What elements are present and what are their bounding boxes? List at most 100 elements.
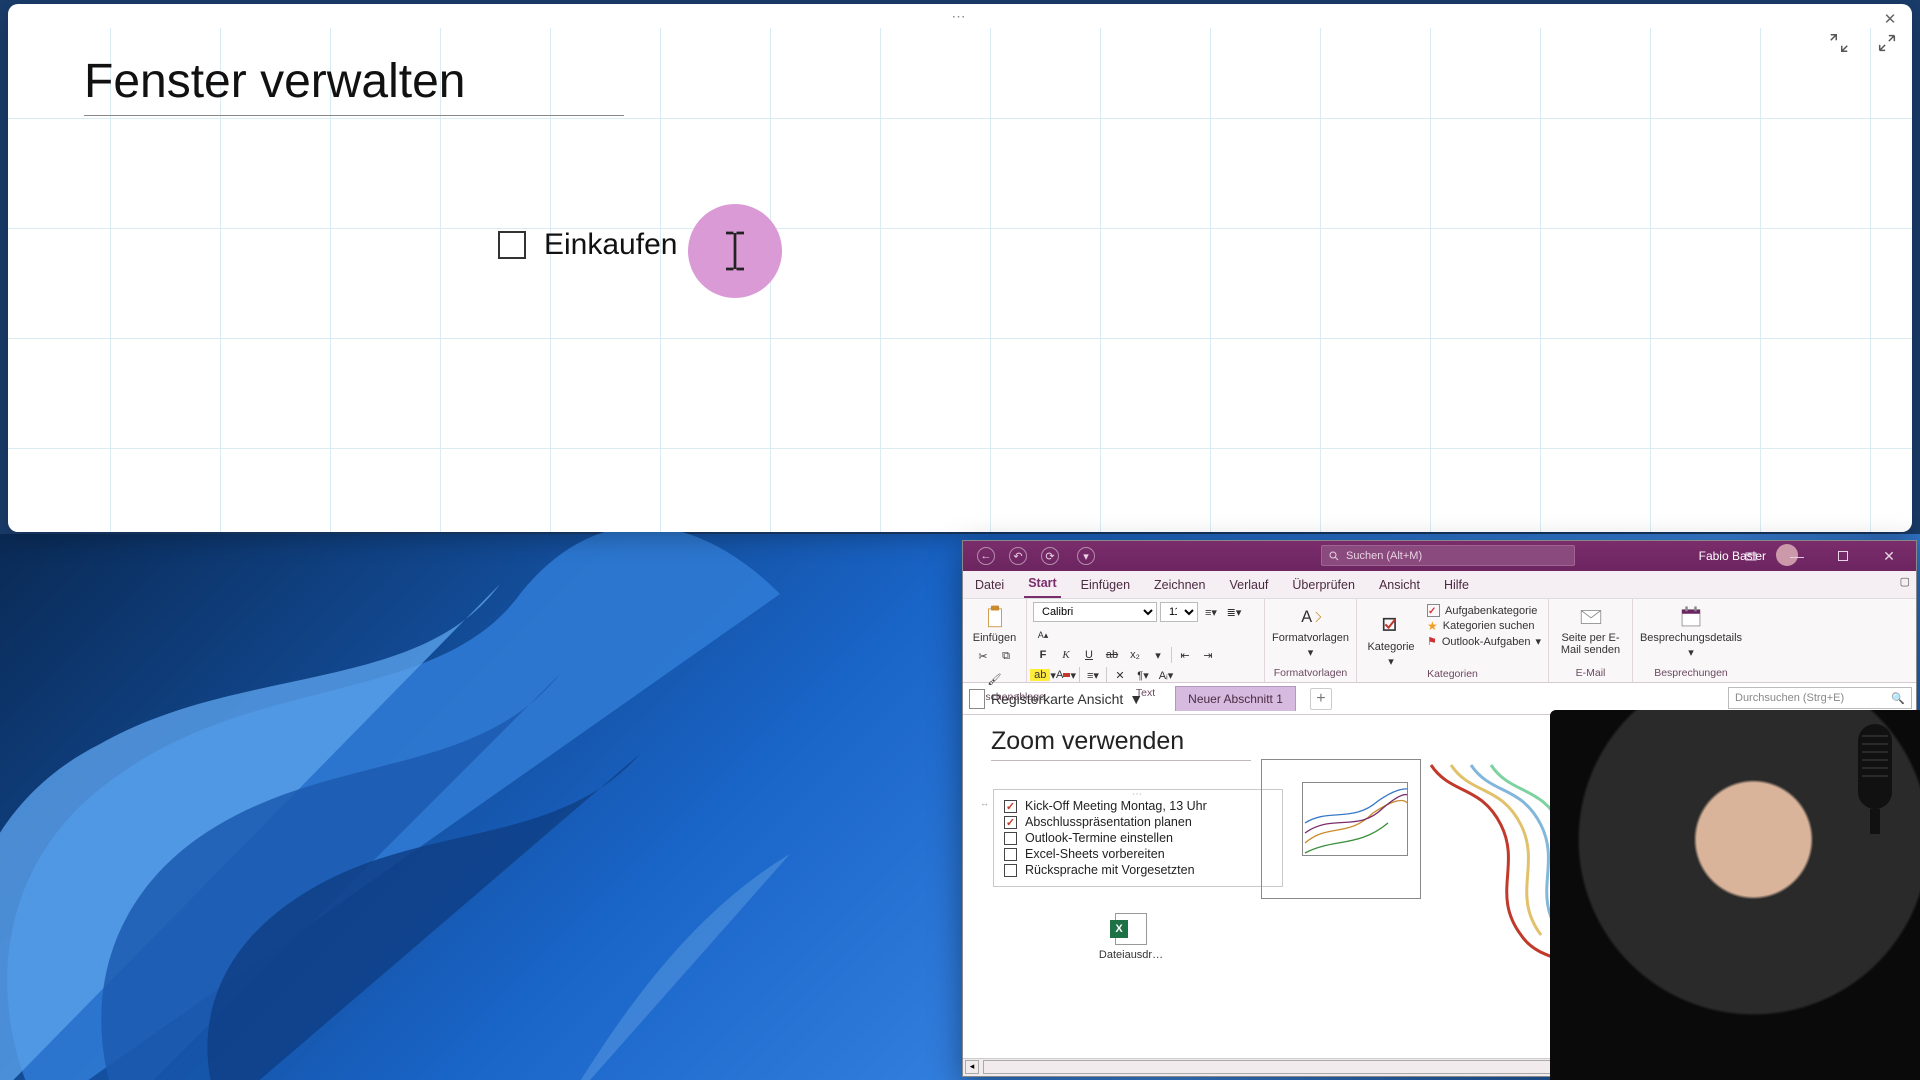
paste-button[interactable]: Einfügen — [969, 602, 1020, 646]
onenote-titlebar[interactable]: ← ↶ ⟳ ▾ Zoom verwenden - OneNote Suchen … — [963, 541, 1916, 571]
ribbon-group-meetings: Besprechungsdetails▾ Besprechungen — [1633, 599, 1749, 682]
tab-hilfe[interactable]: Hilfe — [1440, 572, 1473, 598]
maximize-button[interactable] — [1820, 541, 1866, 571]
italic-button[interactable]: K — [1056, 645, 1076, 665]
webcam-overlay — [1550, 710, 1920, 1080]
group-label-tags: Kategorien — [1357, 668, 1548, 680]
email-page-button[interactable]: Seite per E-Mail senden — [1555, 602, 1626, 658]
tab-ueberpruefen[interactable]: Überprüfen — [1288, 572, 1359, 598]
number-list-button[interactable]: ≣▾ — [1224, 602, 1244, 622]
todo-text: Kick-Off Meeting Montag, 13 Uhr — [1025, 799, 1207, 813]
search-icon — [1328, 550, 1340, 562]
file-attachment[interactable]: Dateiausdr… — [1091, 913, 1171, 961]
notebook-dropdown[interactable]: Registerkarte Ansicht ▼ — [969, 689, 1143, 709]
cut-button[interactable]: ✂ — [973, 646, 993, 666]
nav-back-button[interactable]: ← — [977, 547, 995, 565]
text-cursor-icon — [718, 230, 752, 272]
search-icon: 🔍 — [1891, 692, 1905, 705]
styles-button[interactable]: Aᵢ▾ — [1156, 665, 1176, 685]
close-button[interactable]: ✕ — [1866, 541, 1912, 571]
ribbon-mode-button[interactable] — [1728, 541, 1774, 571]
underline-button[interactable]: U — [1079, 645, 1099, 665]
checkbox-icon[interactable] — [1004, 816, 1017, 829]
tab-ansicht[interactable]: Ansicht — [1375, 572, 1424, 598]
styles-gallery-button[interactable]: A Formatvorlagen▾ — [1271, 602, 1350, 661]
ribbon-group-email: Seite per E-Mail senden E-Mail — [1549, 599, 1633, 682]
todo-item[interactable]: Rücksprache mit Vorgesetzten — [1004, 862, 1272, 878]
zoom-window: ⋯ ✕ Fenster verwalten Einkaufen — [8, 4, 1912, 532]
cursor-highlight — [688, 204, 782, 298]
indent-button[interactable]: ⇥ — [1198, 645, 1218, 665]
bold-button[interactable]: F — [1033, 645, 1053, 665]
zoom-todo-label[interactable]: Einkaufen — [544, 228, 677, 262]
page-title[interactable]: Zoom verwenden — [991, 727, 1251, 761]
checkbox-icon[interactable] — [1004, 848, 1017, 861]
todo-text: Excel-Sheets vorbereiten — [1025, 847, 1165, 861]
undo-button[interactable]: ↶ — [1009, 547, 1027, 565]
tab-verlauf[interactable]: Verlauf — [1225, 572, 1272, 598]
tab-datei[interactable]: Datei — [971, 572, 1008, 598]
scroll-left-button[interactable]: ◂ — [965, 1060, 979, 1074]
checkbox-icon[interactable] — [1004, 832, 1017, 845]
checkbox-icon[interactable] — [1004, 800, 1017, 813]
checkbox-icon[interactable] — [498, 231, 526, 259]
todo-item[interactable]: Excel-Sheets vorbereiten — [1004, 846, 1272, 862]
ribbon-group-tags: Kategorie▾ ✓Aufgabenkategorie ★Kategorie… — [1357, 599, 1549, 682]
tab-zeichnen[interactable]: Zeichnen — [1150, 572, 1209, 598]
zoom-todo-item[interactable]: Einkaufen — [498, 228, 677, 262]
paragraph-button[interactable]: ¶▾ — [1133, 665, 1153, 685]
wallpaper-graphic — [0, 474, 1020, 1080]
clear-format-button[interactable]: ✕ — [1110, 665, 1130, 685]
todo-text: Rücksprache mit Vorgesetzten — [1025, 863, 1195, 877]
ribbon-group-text: Calibri 11 ≡▾ ≣▾ A▴ F K U ab x₂ ▾ ⇤ ⇥ ab… — [1027, 599, 1265, 682]
titlebar-search[interactable]: Suchen (Alt+M) — [1321, 545, 1575, 566]
qat-customize[interactable]: ▾ — [1077, 547, 1095, 565]
todo-container[interactable]: ⋯ ↔ Kick-Off Meeting Montag, 13 UhrAbsch… — [993, 789, 1283, 887]
add-section-button[interactable]: + — [1310, 688, 1332, 710]
notebook-icon — [969, 689, 985, 709]
zoom-drag-handle[interactable]: ⋯ — [952, 8, 969, 25]
zoom-page-title[interactable]: Fenster verwalten — [84, 54, 624, 109]
checkbox-icon[interactable] — [1004, 864, 1017, 877]
tab-einfuegen[interactable]: Einfügen — [1077, 572, 1134, 598]
font-size-select[interactable]: 11 — [1160, 602, 1198, 622]
font-color-button[interactable]: A▾ — [1056, 665, 1076, 685]
group-label-styles: Formatvorlagen — [1271, 667, 1350, 679]
copy-button[interactable]: ⧉ — [996, 646, 1016, 666]
attachment-label: Dateiausdr… — [1091, 949, 1171, 961]
todo-item[interactable]: Kick-Off Meeting Montag, 13 Uhr — [1004, 798, 1272, 814]
svg-text:A: A — [1301, 608, 1312, 626]
more-font-button[interactable]: ▾ — [1148, 645, 1168, 665]
align-button[interactable]: ≡▾ — [1083, 665, 1103, 685]
ribbon-group-clipboard: Einfügen ✂ ⧉ 🖌 Zwischenablage — [963, 599, 1027, 682]
todo-item[interactable]: Abschlusspräsentation planen — [1004, 814, 1272, 830]
todo-text: Outlook-Termine einstellen — [1025, 831, 1173, 845]
microphone-icon — [1848, 724, 1902, 834]
page-search[interactable]: Durchsuchen (Strg+E) 🔍 — [1728, 687, 1912, 709]
section-tab[interactable]: Neuer Abschnitt 1 — [1175, 686, 1296, 711]
highlight-button[interactable]: ab▾ — [1033, 665, 1053, 685]
group-label-meetings: Besprechungen — [1639, 667, 1743, 679]
ribbon-collapse-button[interactable]: ▢ — [1900, 575, 1910, 588]
ribbon-group-styles: A Formatvorlagen▾ Formatvorlagen — [1265, 599, 1357, 682]
sync-button[interactable]: ⟳ — [1041, 547, 1059, 565]
subscript-button[interactable]: x₂ — [1125, 645, 1145, 665]
meeting-details-button[interactable]: Besprechungsdetails▾ — [1639, 602, 1743, 661]
group-label-email: E-Mail — [1555, 667, 1626, 679]
font-name-select[interactable]: Calibri — [1033, 602, 1157, 622]
outdent-button[interactable]: ⇤ — [1175, 645, 1195, 665]
ribbon: Einfügen ✂ ⧉ 🖌 Zwischenablage Calibri 11… — [963, 599, 1916, 683]
tab-start[interactable]: Start — [1024, 570, 1060, 598]
todo-item[interactable]: Outlook-Termine einstellen — [1004, 830, 1272, 846]
excel-icon — [1115, 913, 1147, 945]
minimize-button[interactable]: ― — [1774, 541, 1820, 571]
title-underline — [84, 115, 624, 116]
container-move-handle[interactable]: ↔ — [980, 798, 989, 808]
container-drag-handle[interactable]: ⋯ — [1132, 789, 1144, 800]
zoom-close-button[interactable]: ✕ — [1874, 8, 1906, 30]
bullet-list-button[interactable]: ≡▾ — [1201, 602, 1221, 622]
search-placeholder: Suchen (Alt+M) — [1346, 550, 1422, 562]
todo-text: Abschlusspräsentation planen — [1025, 815, 1192, 829]
strike-button[interactable]: ab — [1102, 645, 1122, 665]
grow-font-button[interactable]: A▴ — [1033, 625, 1053, 645]
